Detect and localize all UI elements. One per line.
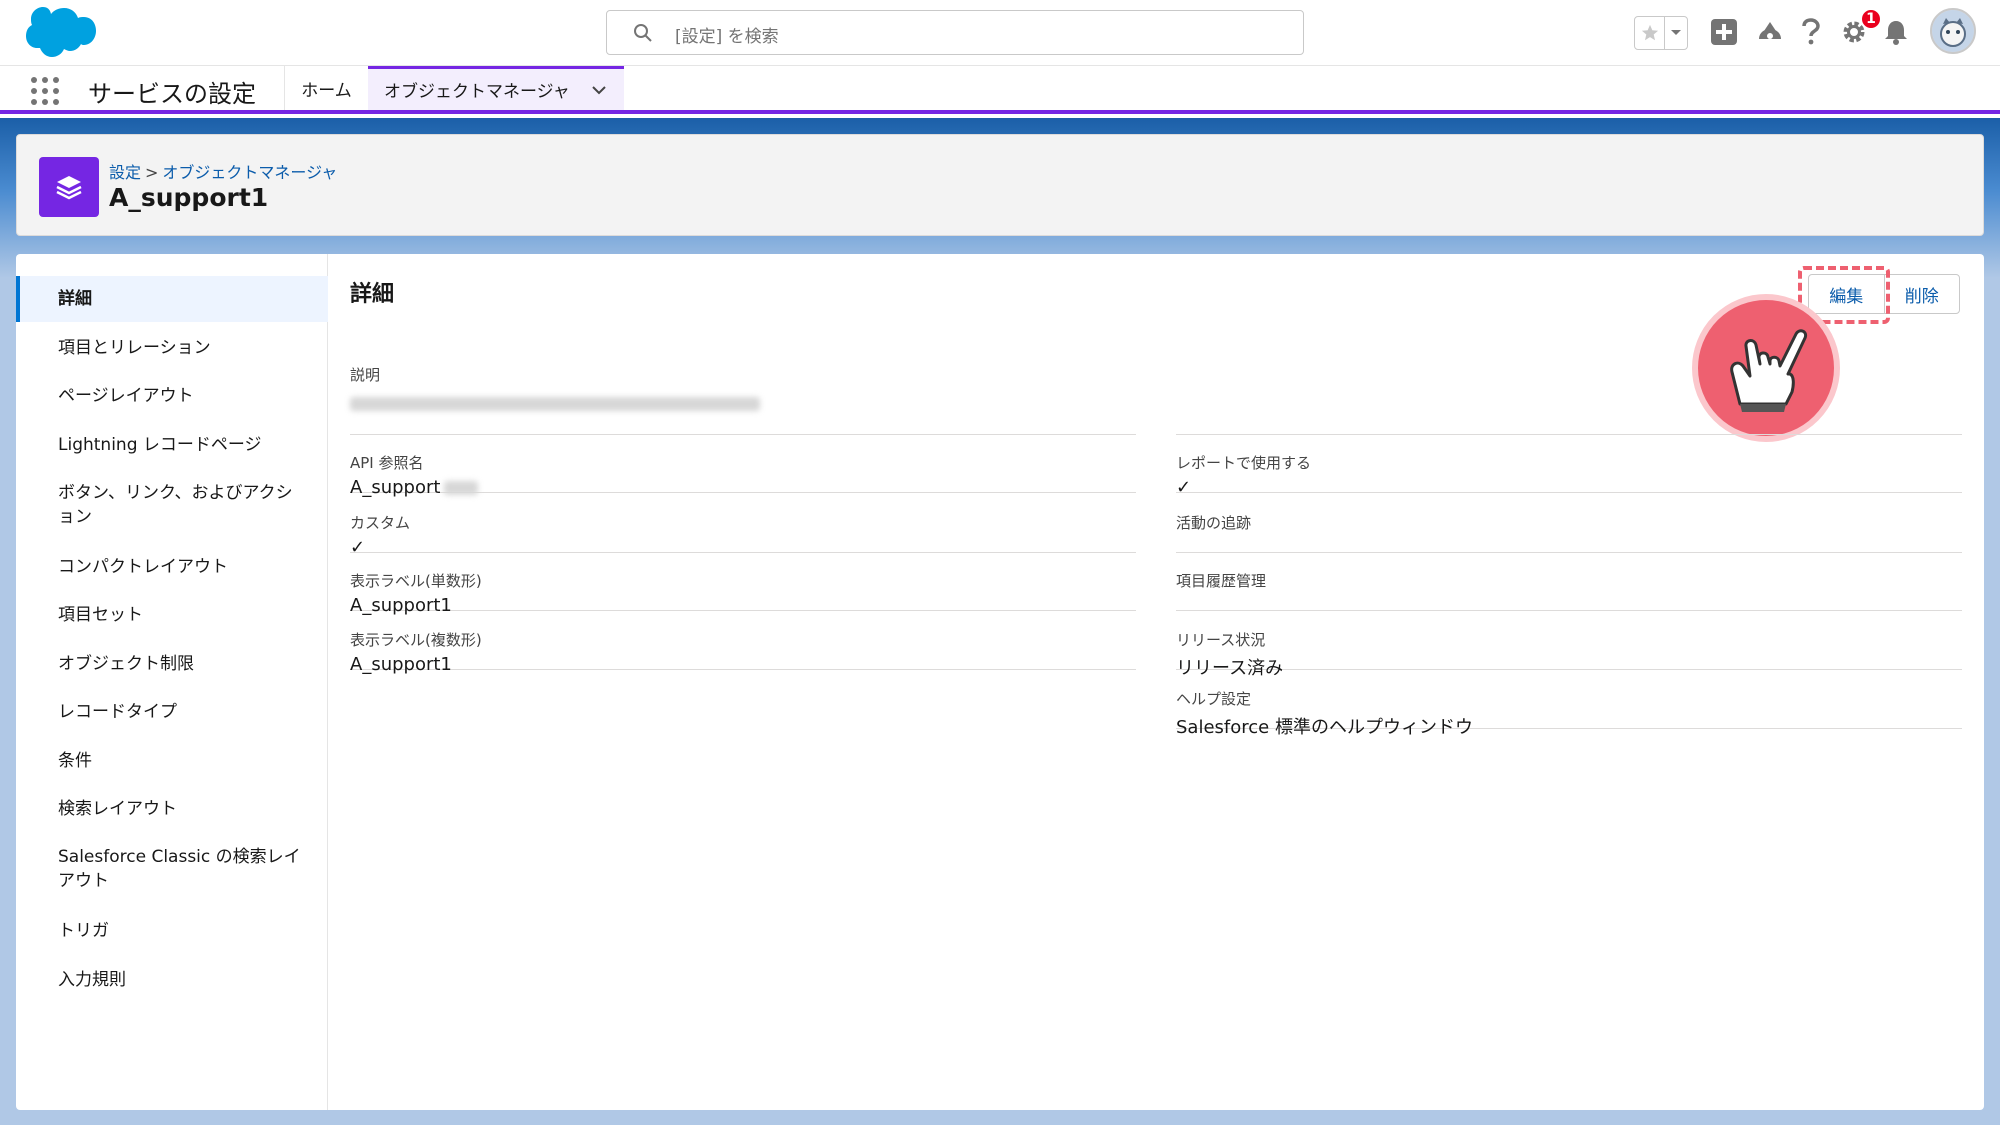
favorites-dropdown-icon[interactable] xyxy=(1665,17,1687,49)
field-label: 表示ラベル(複数形) xyxy=(350,631,482,649)
redacted-suffix xyxy=(444,481,479,495)
delete-button[interactable]: 削除 xyxy=(1885,275,1960,313)
tab-home[interactable]: ホーム xyxy=(284,66,368,110)
sidebar-item-fields-relationships[interactable]: 項目とリレーション xyxy=(16,336,328,360)
sidebar-item-conditions[interactable]: 条件 xyxy=(16,749,328,773)
notifications-bell-icon[interactable] xyxy=(1878,14,1914,50)
sidebar-item-classic-search-layouts[interactable]: Salesforce Classic の検索レイアウト xyxy=(16,845,328,893)
sidebar-item-label: 詳細 xyxy=(58,289,92,309)
field-label: カスタム xyxy=(350,514,411,532)
field-api-name: API 参照名 A_support xyxy=(350,452,1136,498)
sidebar-item-buttons-links-actions[interactable]: ボタン、リンク、およびアクション xyxy=(16,481,328,529)
sidebar-item-page-layouts[interactable]: ページレイアウト xyxy=(16,384,328,408)
sidebar-item-field-sets[interactable]: 項目セット xyxy=(16,603,328,627)
main-content-card: 詳細 項目とリレーション ページレイアウト Lightning レコードページ … xyxy=(16,254,1984,1110)
notification-count-badge: 1 xyxy=(1860,8,1882,30)
sidebar-item-triggers[interactable]: トリガ xyxy=(16,919,328,943)
field-value: リリース済み xyxy=(1176,658,1284,679)
breadcrumb-object-manager-link[interactable]: オブジェクトマネージャ xyxy=(162,163,337,182)
sidebar-item-label: ページレイアウト xyxy=(58,386,194,406)
tab-object-manager-label: オブジェクトマネージャ xyxy=(384,82,570,102)
app-name: サービスの設定 xyxy=(88,80,256,108)
field-label: API 参照名 xyxy=(350,454,424,472)
global-actions-icon[interactable] xyxy=(1706,14,1742,50)
field-label-plural: 表示ラベル(複数形) A_support1 xyxy=(350,629,1136,675)
object-title: A_support1 xyxy=(109,183,269,212)
field-label: 説明 xyxy=(350,366,381,384)
sidebar-item-label: 項目とリレーション xyxy=(58,338,211,358)
checkmark-icon: ✓ xyxy=(1176,477,1192,498)
sidebar-item-search-layouts[interactable]: 検索レイアウト xyxy=(16,797,328,821)
detail-section-title: 詳細 xyxy=(350,282,395,307)
sidebar-item-label: Lightning レコードページ xyxy=(58,435,262,455)
object-sidebar: 詳細 項目とリレーション ページレイアウト Lightning レコードページ … xyxy=(16,254,328,1110)
sidebar-item-label: 検索レイアウト xyxy=(58,799,177,819)
field-label: 表示ラベル(単数形) xyxy=(350,572,482,590)
breadcrumb-setup-link[interactable]: 設定 xyxy=(109,163,141,182)
field-history-tracking: 項目履歴管理 xyxy=(1176,570,1962,611)
salesforce-logo[interactable] xyxy=(20,6,96,60)
search-icon xyxy=(633,23,653,43)
search-placeholder: [設定] を検索 xyxy=(675,27,779,47)
pointing-hand-icon xyxy=(1692,294,1840,442)
field-value: Salesforce 標準のヘルプウィンドウ xyxy=(1176,717,1473,738)
object-layers-icon xyxy=(39,157,99,217)
breadcrumb: 設定 > オブジェクトマネージャ xyxy=(109,163,338,182)
global-header: [設定] を検索 1 xyxy=(0,0,2000,66)
sidebar-item-label: レコードタイプ xyxy=(58,702,177,722)
trailhead-icon[interactable] xyxy=(1752,14,1788,50)
sidebar-item-details[interactable]: 詳細 xyxy=(16,276,328,322)
field-label: レポートで使用する xyxy=(1176,454,1312,472)
field-value-text: A_support xyxy=(350,477,441,498)
field-label-singular: 表示ラベル(単数形) A_support1 xyxy=(350,570,1136,616)
user-avatar[interactable] xyxy=(1930,8,1976,54)
checkmark-icon: ✓ xyxy=(350,537,366,558)
divider xyxy=(1176,434,1962,435)
field-label: リリース状況 xyxy=(1176,631,1266,649)
field-value: A_support1 xyxy=(350,654,452,675)
sidebar-item-validation-rules[interactable]: 入力規則 xyxy=(16,968,328,992)
field-allow-reports: レポートで使用する ✓ xyxy=(1176,452,1962,498)
field-custom: カスタム ✓ xyxy=(350,512,1136,558)
field-label: ヘルプ設定 xyxy=(1176,690,1252,708)
tab-object-manager[interactable]: オブジェクトマネージャ xyxy=(368,66,624,110)
sidebar-item-record-types[interactable]: レコードタイプ xyxy=(16,700,328,724)
sidebar-item-label: 条件 xyxy=(58,751,92,771)
sidebar-item-compact-layouts[interactable]: コンパクトレイアウト xyxy=(16,555,328,579)
field-description: 説明 xyxy=(350,364,1150,414)
object-header: 設定 > オブジェクトマネージャ A_support1 xyxy=(16,134,1984,236)
favorites-group[interactable] xyxy=(1634,16,1688,50)
sidebar-item-label: ボタン、リンク、およびアクション xyxy=(58,483,293,527)
app-launcher-icon[interactable] xyxy=(30,76,60,106)
sidebar-item-label: トリガ xyxy=(58,921,109,941)
field-value: A_support1 xyxy=(350,595,452,616)
sidebar-item-lightning-record-pages[interactable]: Lightning レコードページ xyxy=(16,433,328,457)
field-deployment-status: リリース状況 リリース済み xyxy=(1176,629,1962,679)
tab-home-label: ホーム xyxy=(301,80,352,101)
sidebar-item-label: Salesforce Classic の検索レイアウト xyxy=(58,847,301,891)
field-label: 項目履歴管理 xyxy=(1176,572,1267,590)
field-value: A_support xyxy=(350,477,1136,498)
field-track-activities: 活動の追跡 xyxy=(1176,512,1962,553)
divider xyxy=(350,434,1136,435)
sidebar-item-label: コンパクトレイアウト xyxy=(58,557,228,577)
field-help-settings: ヘルプ設定 Salesforce 標準のヘルプウィンドウ xyxy=(1176,688,1962,738)
global-search-input[interactable]: [設定] を検索 xyxy=(606,10,1304,55)
help-icon[interactable] xyxy=(1794,14,1828,50)
app-navigation-bar: サービスの設定 ホーム オブジェクトマネージャ xyxy=(0,66,2000,114)
sidebar-item-label: 入力規則 xyxy=(58,970,126,990)
sidebar-item-label: オブジェクト制限 xyxy=(58,654,194,674)
chevron-down-icon[interactable] xyxy=(592,80,606,100)
field-label: 活動の追跡 xyxy=(1176,514,1252,532)
sidebar-item-label: 項目セット xyxy=(58,605,143,625)
favorite-star-icon[interactable] xyxy=(1635,17,1665,49)
description-redacted xyxy=(350,393,1150,414)
sidebar-item-object-limits[interactable]: オブジェクト制限 xyxy=(16,652,328,676)
